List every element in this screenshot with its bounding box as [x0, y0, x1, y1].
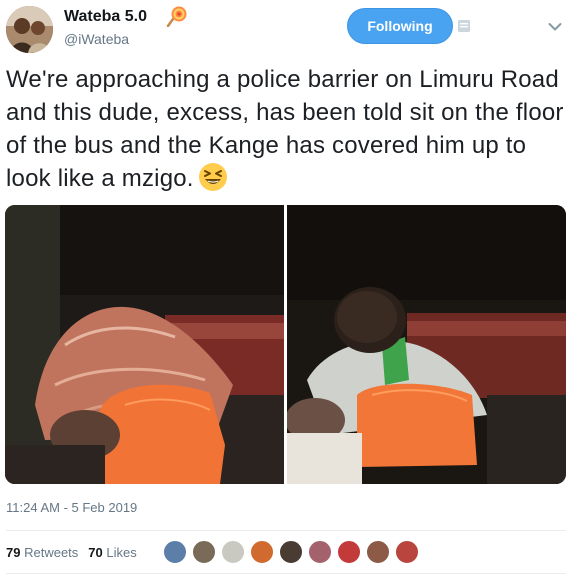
liker-avatar-icon[interactable]: [307, 539, 333, 565]
divider: [6, 530, 566, 531]
divider: [6, 573, 566, 574]
author-display-name[interactable]: Wateba 5.0: [64, 8, 147, 26]
lollipop-icon: [166, 6, 187, 27]
photo-man-covered-with-cloth[interactable]: [5, 205, 284, 484]
tweet-header: Wateba 5.0 @iWateba Following: [0, 0, 574, 60]
author-handle[interactable]: @iWateba: [64, 31, 129, 47]
liker-avatar-icon[interactable]: [162, 539, 188, 565]
tweet-text: We're approaching a police barrier on Li…: [6, 63, 568, 195]
likes-count: 70: [88, 545, 103, 560]
liker-avatar-icon[interactable]: [278, 539, 304, 565]
following-button[interactable]: Following: [347, 8, 453, 44]
profile-photo-icon: [6, 6, 53, 53]
retweets-count: 79: [6, 545, 21, 560]
liker-avatar-icon[interactable]: [394, 539, 420, 565]
photo-man-crouching-on-bus-floor[interactable]: [287, 205, 566, 484]
tweet-stats: 79 Retweets 70 Likes: [6, 545, 137, 560]
liker-avatar-icon[interactable]: [336, 539, 362, 565]
notification-bell-icon[interactable]: [457, 19, 471, 33]
retweets-stat[interactable]: 79 Retweets: [6, 545, 78, 560]
tweet-body: We're approaching a police barrier on Li…: [6, 66, 564, 192]
liker-avatar-icon[interactable]: [191, 539, 217, 565]
liker-avatar-icon[interactable]: [249, 539, 275, 565]
likes-stat[interactable]: 70 Likes: [88, 545, 136, 560]
likes-label: Likes: [106, 545, 137, 560]
retweets-label: Retweets: [24, 545, 79, 560]
liker-avatar-icon[interactable]: [365, 539, 391, 565]
laughing-face-emoji: [198, 163, 227, 191]
liker-avatar-icon[interactable]: [220, 539, 246, 565]
tweet-timestamp[interactable]: 11:24 AM - 5 Feb 2019: [6, 500, 137, 515]
media-grid: [5, 205, 566, 484]
author-avatar[interactable]: [6, 6, 53, 53]
chevron-down-icon[interactable]: [548, 22, 562, 32]
